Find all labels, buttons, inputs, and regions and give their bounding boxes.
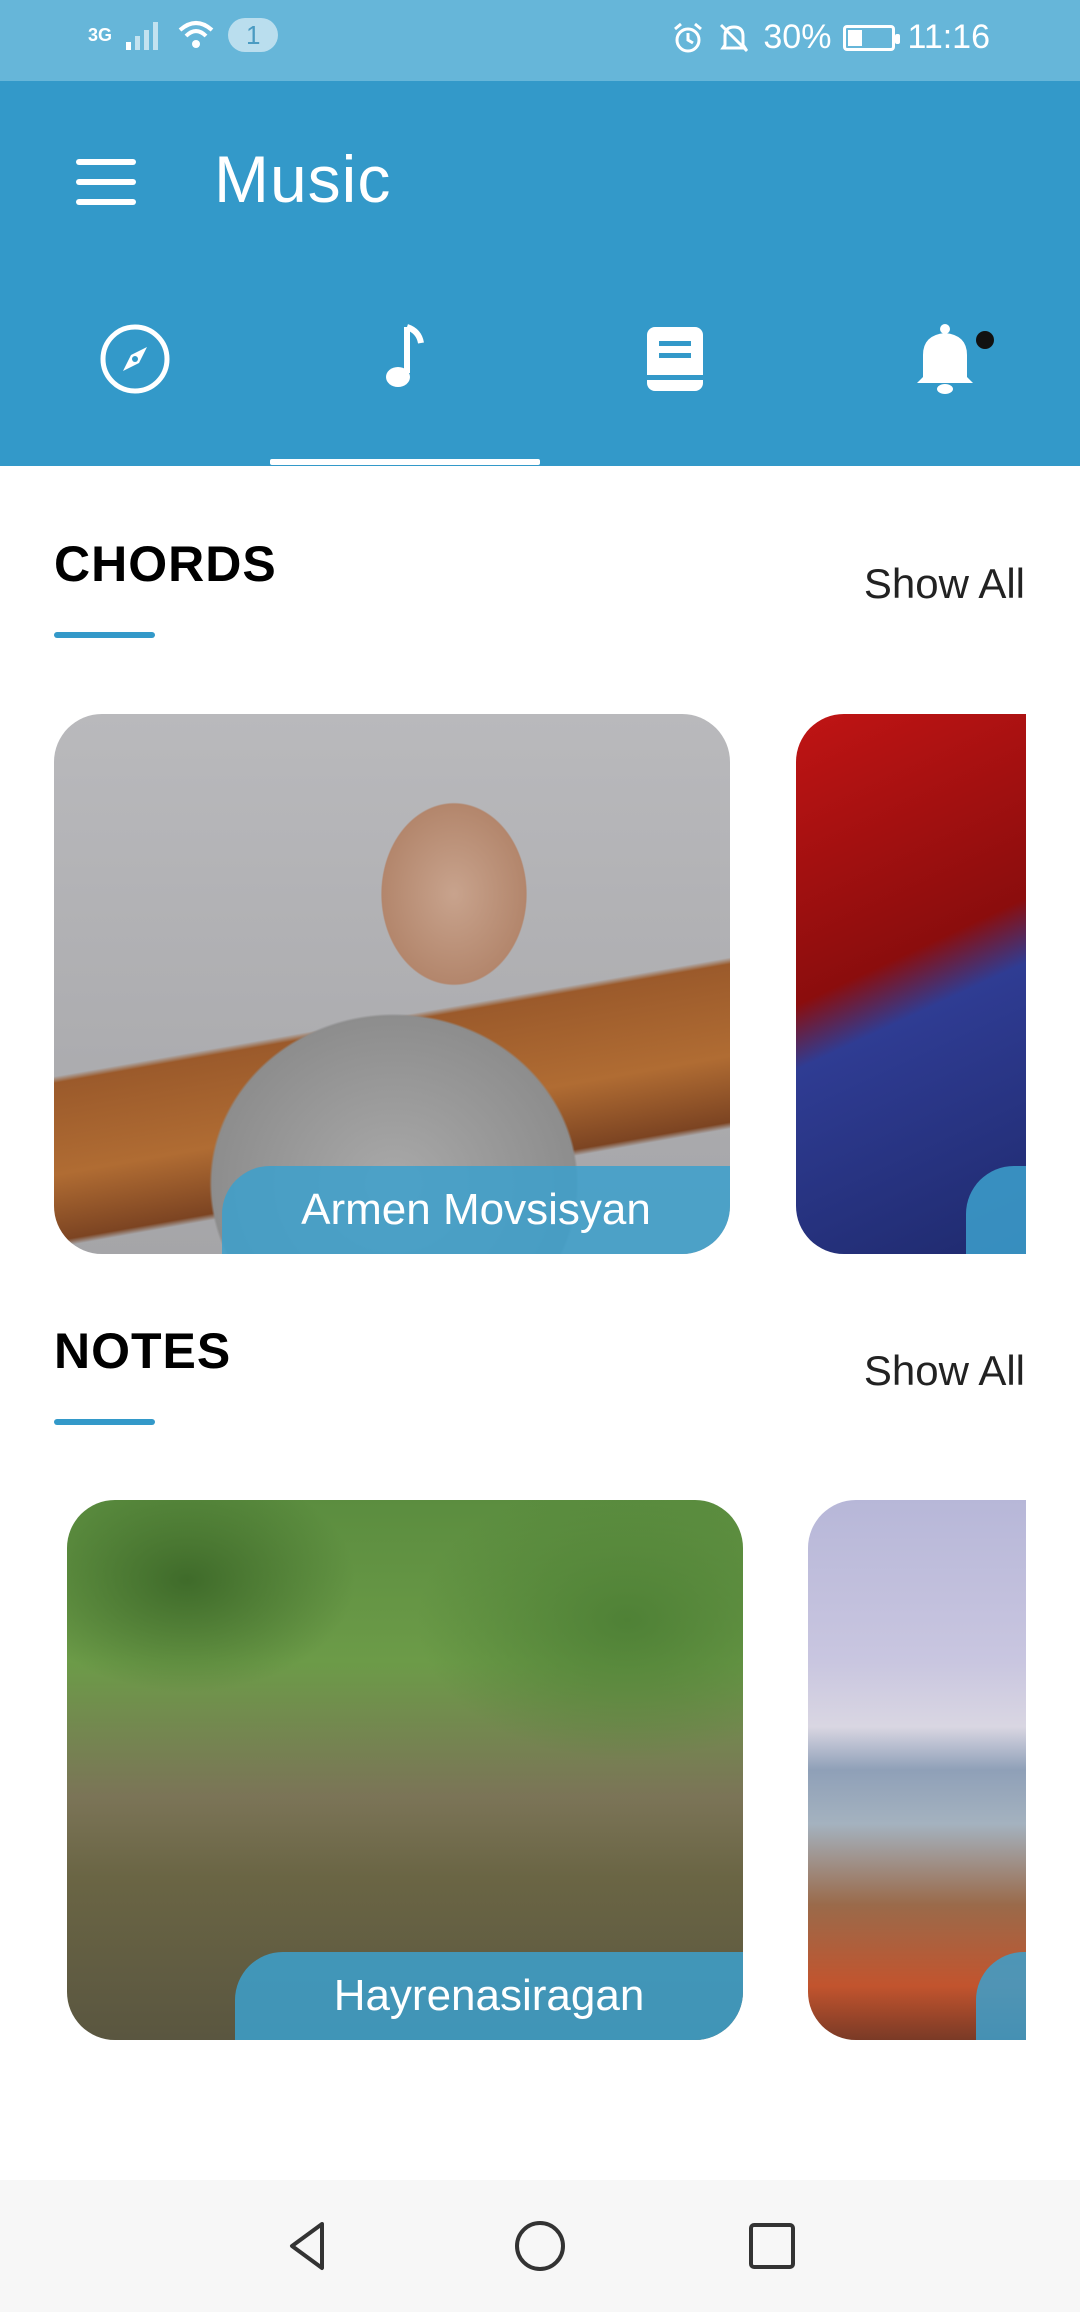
status-left: 3G 1 (88, 18, 279, 52)
notes-show-all-button[interactable]: Show All (864, 1347, 1025, 1395)
section-underline (54, 632, 155, 638)
back-button[interactable] (192, 2218, 424, 2274)
card-label (966, 1166, 1026, 1254)
chords-show-all-button[interactable]: Show All (864, 560, 1025, 608)
notification-dot (976, 331, 994, 349)
compass-icon (100, 324, 170, 394)
status-bar: 3G 1 30% 11:16 (0, 0, 1080, 81)
note-card[interactable]: Hayrenasiragan (67, 1500, 743, 2040)
book-icon (647, 327, 703, 391)
section-underline (54, 1419, 155, 1425)
bell-icon (917, 324, 973, 394)
hamburger-menu-icon[interactable] (76, 159, 136, 205)
tab-music[interactable] (270, 301, 540, 466)
system-navigation-bar (0, 2180, 1080, 2312)
app-header: Music (0, 81, 1080, 466)
recents-square-icon (749, 2223, 795, 2269)
signal-icon (126, 22, 159, 50)
active-tab-indicator (270, 459, 540, 465)
chord-card[interactable] (796, 714, 1026, 1254)
battery-percent: 30% (763, 18, 832, 56)
card-label: Hayrenasiragan (235, 1952, 743, 2040)
section-title-notes: NOTES (54, 1323, 232, 1379)
chord-card[interactable]: Armen Movsisyan (54, 714, 730, 1254)
home-button[interactable] (424, 2218, 656, 2274)
tab-bar (0, 301, 1080, 466)
tab-library[interactable] (540, 301, 810, 466)
recents-button[interactable] (656, 2218, 888, 2274)
music-note-icon (386, 324, 424, 387)
alarm-icon (674, 22, 703, 52)
status-right: 30% 11:16 (671, 18, 990, 57)
page-title: Music (214, 142, 392, 216)
status-time: 11:16 (907, 18, 990, 56)
section-title-chords: CHORDS (54, 536, 277, 592)
note-card[interactable] (808, 1500, 1026, 2040)
notification-count-badge: 1 (228, 18, 279, 52)
battery-icon (843, 24, 901, 51)
card-label (976, 1952, 1026, 2040)
network-type: 3G (88, 25, 113, 45)
mute-icon (720, 23, 749, 52)
tab-notifications[interactable] (810, 301, 1080, 466)
card-label: Armen Movsisyan (222, 1166, 730, 1254)
home-circle-icon (515, 2221, 565, 2271)
back-triangle-icon (290, 2222, 324, 2270)
tab-explore[interactable] (0, 301, 270, 466)
wifi-icon (178, 21, 214, 48)
